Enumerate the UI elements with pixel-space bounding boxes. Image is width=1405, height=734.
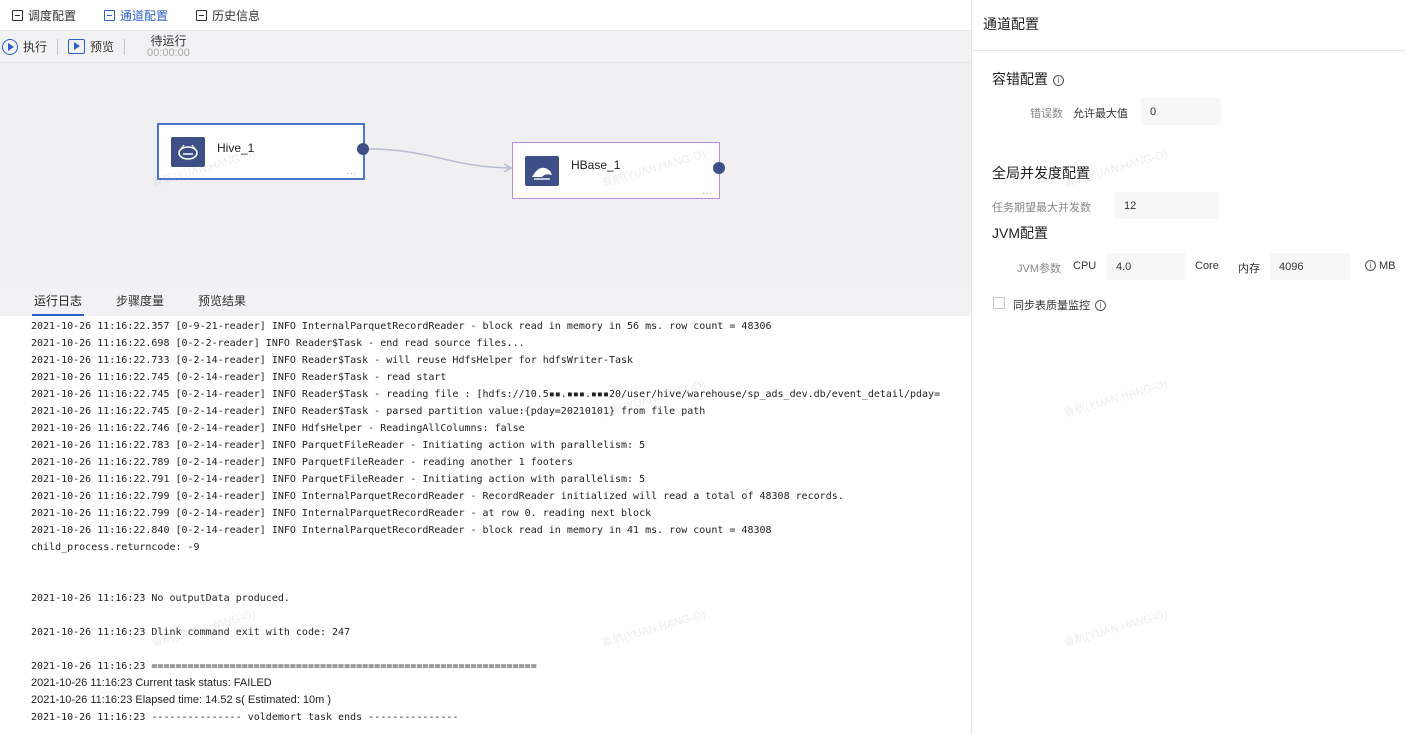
log-line: child_process.returncode: -9 (31, 542, 200, 553)
max-concurrency-label: 任务期望最大并发数 (992, 202, 1091, 214)
log-line: 2021-10-26 11:16:23 ====================… (31, 661, 537, 672)
error-count-label: 错误数 (1030, 108, 1063, 120)
log-line: 2021-10-26 11:16:23 --------------- vold… (31, 712, 459, 723)
document-icon (12, 9, 23, 21)
log-line: 2021-10-26 11:16:23 Current task status:… (31, 677, 272, 689)
watermark: 袁航(YUAN.HANG-O) (1062, 378, 1169, 420)
hive-bee-icon (171, 137, 205, 167)
hive-output-port[interactable] (357, 143, 369, 155)
preview-label: 预览 (90, 40, 115, 54)
panel-title: 通道配置 (972, 0, 1405, 51)
log-line: 2021-10-26 11:16:22.745 [0-2-14-reader] … (31, 372, 447, 383)
tab-label: 历史信息 (212, 8, 261, 23)
run-button[interactable]: 执行 (2, 38, 47, 55)
log-line: 2021-10-26 11:16:23 Dlink command exit w… (31, 627, 351, 638)
hive-node-label: Hive_1 (217, 141, 255, 155)
hbase-output-port[interactable] (713, 162, 725, 174)
mb-label: MB (1379, 260, 1396, 272)
log-line: 2021-10-26 11:16:22.745 [0-2-14-reader] … (31, 406, 706, 417)
tab-label: 通道配置 (120, 8, 169, 23)
hive-node[interactable]: Hive_1 ... (157, 123, 365, 180)
run-label: 执行 (23, 40, 48, 54)
section-title: 容错配置 (992, 71, 1048, 87)
log-line: 2021-10-26 11:16:22.799 [0-2-14-reader] … (31, 491, 844, 502)
log-line: 2021-10-26 11:16:22.789 [0-2-14-reader] … (31, 457, 573, 468)
log-tabs: 运行日志 步骤度量 预览结果 (0, 288, 971, 316)
max-concurrency-input[interactable] (1115, 192, 1219, 219)
top-tabs: 调度配置 通道配置 历史信息 (0, 0, 971, 30)
status-timer: 00:00:00 (147, 46, 190, 59)
log-line: 2021-10-26 11:16:22.840 [0-2-14-reader] … (31, 525, 772, 536)
jvm-section-title: JVM配置 (992, 225, 1048, 241)
log-line: 2021-10-26 11:16:22.698 [0-2-2-reader] I… (31, 338, 525, 349)
sync-quality-checkbox[interactable] (993, 297, 1005, 309)
play-circle-icon (2, 38, 18, 55)
hbase-node-label: HBase_1 (571, 158, 621, 172)
preview-button[interactable]: 预览 (68, 38, 114, 55)
memory-unit: i MB (1365, 260, 1396, 272)
core-unit-label: Core (1195, 260, 1219, 272)
hbase-node[interactable]: HBase_1 ... (512, 142, 720, 199)
tab-schedule-config[interactable]: 调度配置 (12, 7, 76, 24)
node-more-icon[interactable]: ... (346, 166, 357, 176)
preview-icon (68, 39, 86, 54)
concurrency-section-title: 全局并发度配置 (992, 165, 1090, 181)
tab-channel-config[interactable]: 通道配置 (104, 7, 168, 24)
error-count-input[interactable] (1141, 98, 1221, 125)
tab-label: 调度配置 (28, 8, 77, 23)
cpu-input[interactable] (1107, 253, 1185, 280)
toolbar: 执行 预览 待运行 00:00:00 (0, 30, 971, 63)
memory-label: 内存 (1238, 263, 1260, 275)
tab-run-log[interactable]: 运行日志 (32, 288, 85, 316)
run-status: 待运行 00:00:00 (147, 35, 190, 59)
log-line: 2021-10-26 11:16:22.745 [0-2-14-reader] … (31, 389, 941, 400)
toolbar-divider (57, 38, 59, 55)
fault-tolerance-section: 容错配置 i (992, 69, 1064, 89)
node-more-icon[interactable]: ... (702, 186, 713, 196)
channel-icon (104, 9, 116, 21)
tab-preview-result[interactable]: 预览结果 (196, 288, 248, 316)
memory-input[interactable] (1270, 253, 1350, 280)
flow-edge (368, 148, 513, 173)
jvm-param-label: JVM参数 (1017, 263, 1061, 275)
history-icon (196, 9, 208, 21)
log-line: 2021-10-26 11:16:23 Elapsed time: 14.52 … (31, 694, 332, 706)
main-area: 调度配置 通道配置 历史信息 执行 预览 待运行 00:00:00 Hive_1… (0, 0, 971, 734)
info-icon[interactable]: i (1053, 75, 1064, 86)
log-line: 2021-10-26 11:16:22.799 [0-2-14-reader] … (31, 508, 652, 519)
tab-step-metrics[interactable]: 步骤度量 (114, 288, 166, 316)
info-icon[interactable]: i (1365, 260, 1376, 271)
watermark: 袁航(YUAN.HANG-O) (1062, 608, 1169, 650)
log-line: 2021-10-26 11:16:22.791 [0-2-14-reader] … (31, 474, 646, 485)
log-line: 2021-10-26 11:16:22.783 [0-2-14-reader] … (31, 440, 646, 451)
max-allowed-label: 允许最大值 (1073, 108, 1128, 120)
config-panel: 通道配置 容错配置 i 错误数 允许最大值 全局并发度配置 任务期望最大并发数 J… (971, 0, 1405, 734)
toolbar-divider (124, 38, 126, 55)
info-icon[interactable]: i (1095, 300, 1106, 311)
sync-quality-text: 同步表质量监控 (1013, 300, 1090, 312)
run-log-output[interactable]: 2021-10-26 11:16:22.357 [0-9-21-reader] … (0, 316, 971, 734)
flow-canvas[interactable]: Hive_1 ... HBase_1 ... (0, 63, 971, 288)
sync-quality-label: 同步表质量监控 i (1013, 297, 1106, 313)
hbase-whale-icon (525, 156, 559, 186)
log-line: 2021-10-26 11:16:22.733 [0-2-14-reader] … (31, 355, 634, 366)
log-line: 2021-10-26 11:16:22.357 [0-9-21-reader] … (31, 321, 772, 332)
log-line: 2021-10-26 11:16:23 No outputData produc… (31, 593, 290, 604)
cpu-label: CPU (1073, 260, 1097, 272)
tab-history-info[interactable]: 历史信息 (196, 7, 260, 24)
status-text: 待运行 (150, 33, 187, 48)
log-line: 2021-10-26 11:16:22.746 [0-2-14-reader] … (31, 423, 525, 434)
